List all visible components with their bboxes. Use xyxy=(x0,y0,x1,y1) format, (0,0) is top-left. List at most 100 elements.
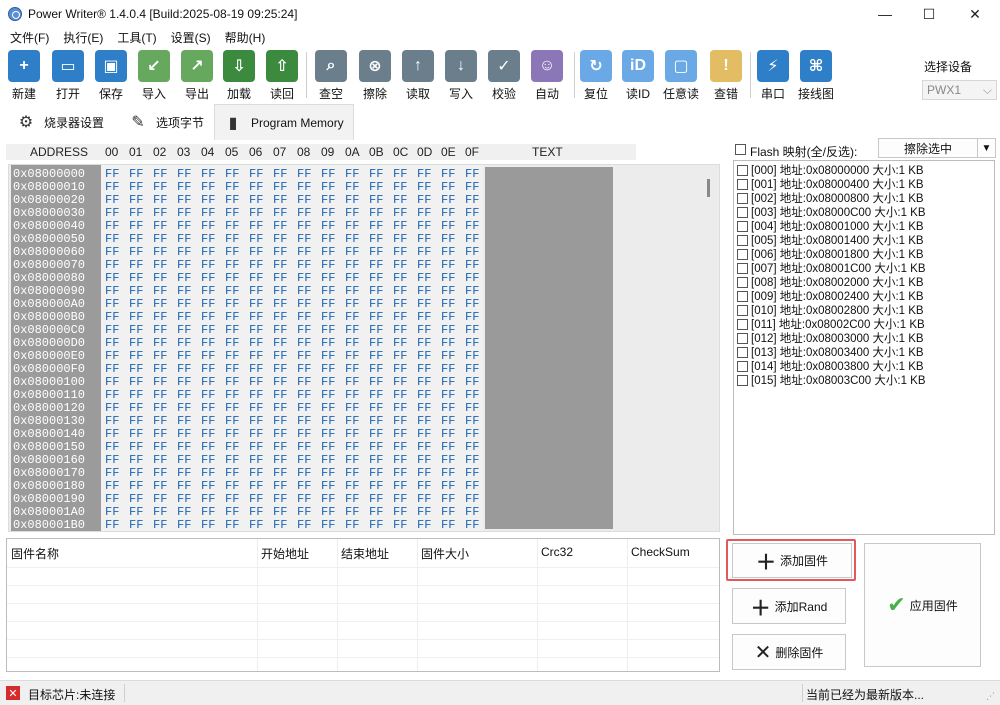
hex-byte[interactable]: FF xyxy=(105,362,119,376)
hex-byte[interactable]: FF xyxy=(249,479,263,493)
hex-byte[interactable]: FF xyxy=(201,232,215,246)
hex-byte[interactable]: FF xyxy=(201,375,215,389)
hex-byte[interactable]: FF xyxy=(297,284,311,298)
hex-byte[interactable]: FF xyxy=(345,323,359,337)
hex-byte[interactable]: FF xyxy=(417,427,431,441)
hex-byte[interactable]: FF xyxy=(249,401,263,415)
hex-byte[interactable]: FF xyxy=(129,375,143,389)
hex-byte[interactable]: FF xyxy=(273,193,287,207)
hex-byte[interactable]: FF xyxy=(129,388,143,402)
hex-byte[interactable]: FF xyxy=(345,427,359,441)
hex-byte[interactable]: FF xyxy=(465,297,479,311)
hex-byte[interactable]: FF xyxy=(297,479,311,493)
hex-byte[interactable]: FF xyxy=(393,284,407,298)
hex-byte[interactable]: FF xyxy=(393,349,407,363)
hex-byte[interactable]: FF xyxy=(249,505,263,519)
hex-byte[interactable]: FF xyxy=(273,388,287,402)
hex-byte[interactable]: FF xyxy=(393,323,407,337)
hex-byte[interactable]: FF xyxy=(153,362,167,376)
hex-byte[interactable]: FF xyxy=(201,492,215,506)
hex-byte[interactable]: FF xyxy=(297,219,311,233)
hex-byte[interactable]: FF xyxy=(441,388,455,402)
hex-byte[interactable]: FF xyxy=(417,349,431,363)
hex-byte[interactable]: FF xyxy=(225,310,239,324)
hex-byte[interactable]: FF xyxy=(393,453,407,467)
hex-byte[interactable]: FF xyxy=(105,323,119,337)
add-rand-button[interactable]: ＋ 添加Rand xyxy=(732,588,846,624)
hex-byte[interactable]: FF xyxy=(177,518,191,531)
hex-byte[interactable]: FF xyxy=(177,323,191,337)
hex-byte[interactable]: FF xyxy=(393,297,407,311)
hex-byte[interactable]: FF xyxy=(273,180,287,194)
hex-byte[interactable]: FF xyxy=(273,453,287,467)
hex-byte[interactable]: FF xyxy=(321,349,335,363)
toolbar-button-import[interactable]: ↙ 导入 xyxy=(134,50,174,102)
hex-byte[interactable]: FF xyxy=(177,401,191,415)
hex-byte[interactable]: FF xyxy=(105,427,119,441)
flash-sector-row[interactable]: [000] 地址:0x08000000 大小:1 KB xyxy=(737,163,924,177)
hex-byte[interactable]: FF xyxy=(177,245,191,259)
hex-byte[interactable]: FF xyxy=(441,401,455,415)
hex-byte[interactable]: FF xyxy=(321,180,335,194)
hex-byte[interactable]: FF xyxy=(465,466,479,480)
hex-byte[interactable]: FF xyxy=(153,349,167,363)
hex-byte[interactable]: FF xyxy=(297,258,311,272)
hex-byte[interactable]: FF xyxy=(177,258,191,272)
hex-byte[interactable]: FF xyxy=(177,427,191,441)
hex-byte[interactable]: FF xyxy=(345,193,359,207)
hex-byte[interactable]: FF xyxy=(393,440,407,454)
hex-byte[interactable]: FF xyxy=(177,479,191,493)
hex-byte[interactable]: FF xyxy=(201,219,215,233)
hex-byte[interactable]: FF xyxy=(201,414,215,428)
hex-byte[interactable]: FF xyxy=(321,492,335,506)
hex-byte[interactable]: FF xyxy=(225,375,239,389)
hex-byte[interactable]: FF xyxy=(465,167,479,181)
hex-byte[interactable]: FF xyxy=(249,258,263,272)
hex-byte[interactable]: FF xyxy=(345,388,359,402)
hex-byte[interactable]: FF xyxy=(273,518,287,531)
hex-byte[interactable]: FF xyxy=(201,362,215,376)
hex-byte[interactable]: FF xyxy=(393,180,407,194)
hex-byte[interactable]: FF xyxy=(321,518,335,531)
hex-byte[interactable]: FF xyxy=(105,232,119,246)
hex-byte[interactable]: FF xyxy=(441,297,455,311)
hex-byte[interactable]: FF xyxy=(177,219,191,233)
hex-byte[interactable]: FF xyxy=(441,206,455,220)
hex-byte[interactable]: FF xyxy=(153,167,167,181)
hex-byte[interactable]: FF xyxy=(105,193,119,207)
hex-byte[interactable]: FF xyxy=(345,401,359,415)
delete-firmware-button[interactable]: ✕ 删除固件 xyxy=(732,634,846,670)
hex-byte[interactable]: FF xyxy=(105,388,119,402)
hex-byte[interactable]: FF xyxy=(201,167,215,181)
hex-byte[interactable]: FF xyxy=(153,401,167,415)
hex-byte[interactable]: FF xyxy=(321,362,335,376)
hex-byte[interactable]: FF xyxy=(465,375,479,389)
hex-byte[interactable]: FF xyxy=(153,375,167,389)
hex-byte[interactable]: FF xyxy=(129,414,143,428)
close-button[interactable]: ✕ xyxy=(952,0,998,28)
hex-byte[interactable]: FF xyxy=(129,284,143,298)
hex-byte[interactable]: FF xyxy=(273,427,287,441)
hex-byte[interactable]: FF xyxy=(177,297,191,311)
hex-byte[interactable]: FF xyxy=(465,219,479,233)
hex-byte[interactable]: FF xyxy=(129,505,143,519)
hex-byte[interactable]: FF xyxy=(105,336,119,350)
hex-byte[interactable]: FF xyxy=(201,479,215,493)
hex-byte[interactable]: FF xyxy=(345,258,359,272)
hex-byte[interactable]: FF xyxy=(273,505,287,519)
hex-byte[interactable]: FF xyxy=(369,401,383,415)
hex-byte[interactable]: FF xyxy=(345,466,359,480)
flash-sector-row[interactable]: [001] 地址:0x08000400 大小:1 KB xyxy=(737,177,924,191)
hex-byte[interactable]: FF xyxy=(441,427,455,441)
hex-byte[interactable]: FF xyxy=(129,518,143,531)
hex-byte[interactable]: FF xyxy=(441,362,455,376)
hex-byte[interactable]: FF xyxy=(225,414,239,428)
byte-grid[interactable]: FF FF FF FF FF FF FF FF FF FF FF FF FF FF FF FF FF FF FF FF… xyxy=(101,165,483,531)
hex-byte[interactable]: FF xyxy=(273,349,287,363)
hex-byte[interactable]: FF xyxy=(369,219,383,233)
hex-byte[interactable]: FF xyxy=(441,518,455,531)
hex-byte[interactable]: FF xyxy=(249,232,263,246)
hex-byte[interactable]: FF xyxy=(249,206,263,220)
hex-byte[interactable]: FF xyxy=(321,193,335,207)
hex-byte[interactable]: FF xyxy=(225,284,239,298)
